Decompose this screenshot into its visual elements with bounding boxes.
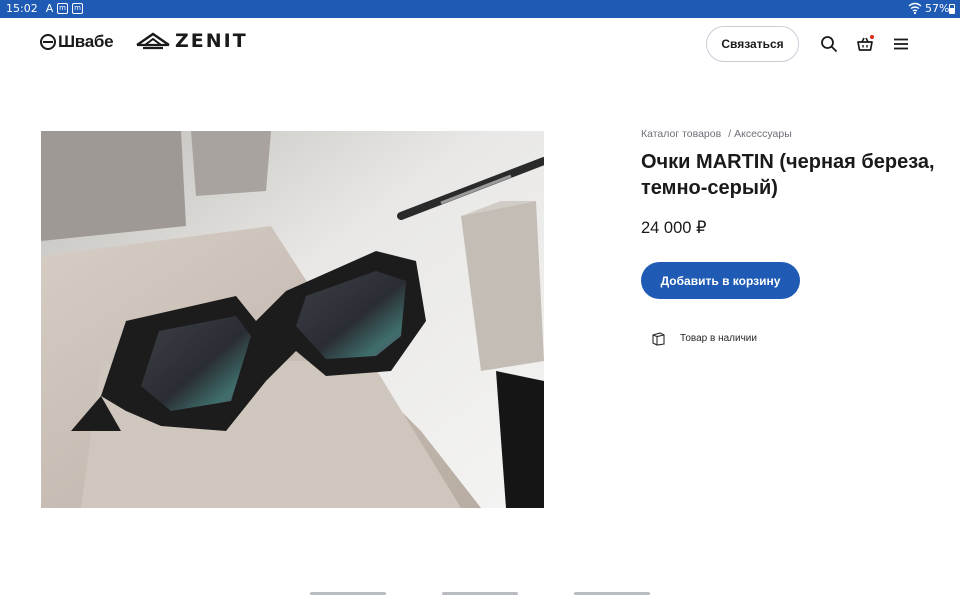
notification-a-icon: A [45,2,54,15]
box-icon [652,332,665,346]
shvabe-logo[interactable]: Швабе [40,32,114,52]
notification-m-icon: m [72,3,83,14]
product-price: 24 000 ₽ [641,219,707,237]
zenit-logo-icon [136,32,170,50]
stock-status-text: Товар в наличии [680,333,757,344]
notification-m-icon: m [57,3,68,14]
nav-handle-right[interactable] [574,592,650,595]
zenit-logo[interactable]: ZENIT [135,30,248,52]
product-image[interactable] [41,131,544,508]
breadcrumb-separator: / [728,128,732,140]
site-header: Швабе ZENIT Связаться [0,18,960,70]
breadcrumb-catalog-link[interactable]: Каталог товаров [641,128,721,140]
nav-handle-center[interactable] [442,592,518,595]
shvabe-logo-text: Швабе [58,32,114,51]
product-photo-illustration [41,131,544,508]
nav-handle-left[interactable] [310,592,386,595]
battery-icon [949,4,955,14]
add-to-cart-button[interactable]: Добавить в корзину [641,262,800,299]
breadcrumb-accessories-link[interactable]: Аксессуары [734,128,792,140]
wifi-icon [908,2,922,15]
search-icon[interactable] [820,35,838,53]
menu-icon[interactable] [892,35,910,53]
zenit-logo-text: ZENIT [175,30,248,52]
shvabe-logo-icon [40,34,56,50]
stock-status: Товар в наличии [651,331,757,346]
battery-percent: 57% [925,2,950,15]
product-title: Очки MARTIN (черная береза, темно-серый) [641,151,935,199]
cart-badge [870,35,874,39]
breadcrumb: Каталог товаров / Аксессуары [641,128,792,140]
contact-button[interactable]: Связаться [706,26,799,62]
status-bar: 15:02 A m m 57% [0,0,960,18]
status-time: 15:02 [6,2,38,15]
